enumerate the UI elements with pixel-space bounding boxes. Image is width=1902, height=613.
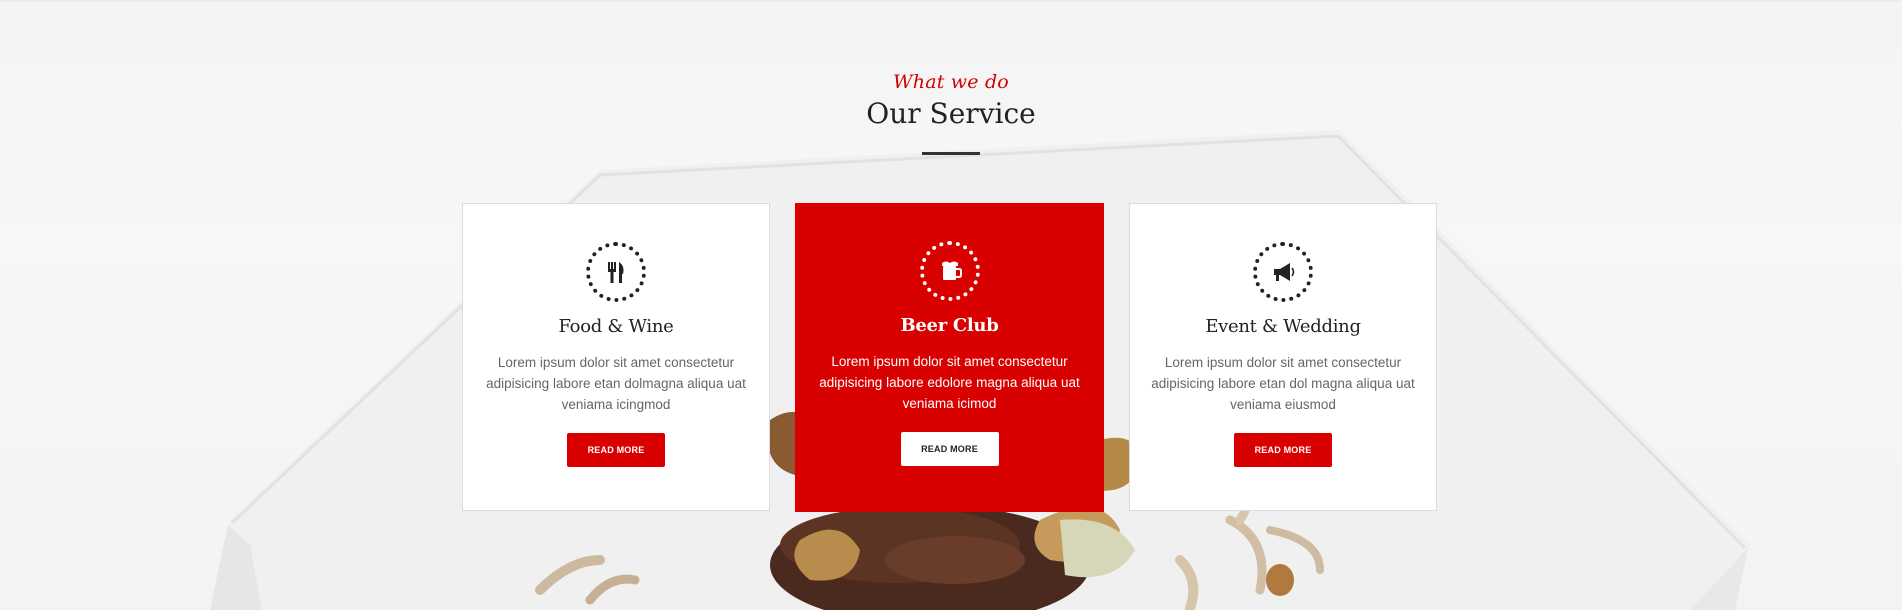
beer-mug-icon xyxy=(919,241,980,301)
service-card-event-wedding: Event & Wedding Lorem ipsum dolor sit am… xyxy=(1129,203,1437,511)
card-description: Lorem ipsum dolor sit amet consectetur a… xyxy=(1151,355,1415,412)
title-underline xyxy=(922,152,980,155)
card-description: Lorem ipsum dolor sit amet consectetur a… xyxy=(486,355,746,412)
fork-knife-icon xyxy=(586,242,646,302)
card-description: Lorem ipsum dolor sit amet consectetur a… xyxy=(819,354,1080,411)
read-more-button[interactable]: READ MORE xyxy=(1234,433,1332,467)
read-more-button[interactable]: READ MORE xyxy=(900,432,999,466)
services-section: What we do Our Service Food & Wine Lorem… xyxy=(0,0,1902,613)
card-title: Beer Club xyxy=(900,315,999,336)
read-more-button[interactable]: READ MORE xyxy=(567,433,665,467)
card-title: Event & Wedding xyxy=(1205,316,1361,337)
section-eyebrow: What we do xyxy=(893,71,1009,93)
service-card-beer-club: Beer Club Lorem ipsum dolor sit amet con… xyxy=(795,203,1104,512)
card-title: Food & Wine xyxy=(558,316,674,337)
section-title: Our Service xyxy=(866,97,1036,130)
section-header: What we do Our Service xyxy=(0,70,1902,155)
service-card-food-wine: Food & Wine Lorem ipsum dolor sit amet c… xyxy=(462,203,770,511)
megaphone-icon xyxy=(1253,242,1313,302)
